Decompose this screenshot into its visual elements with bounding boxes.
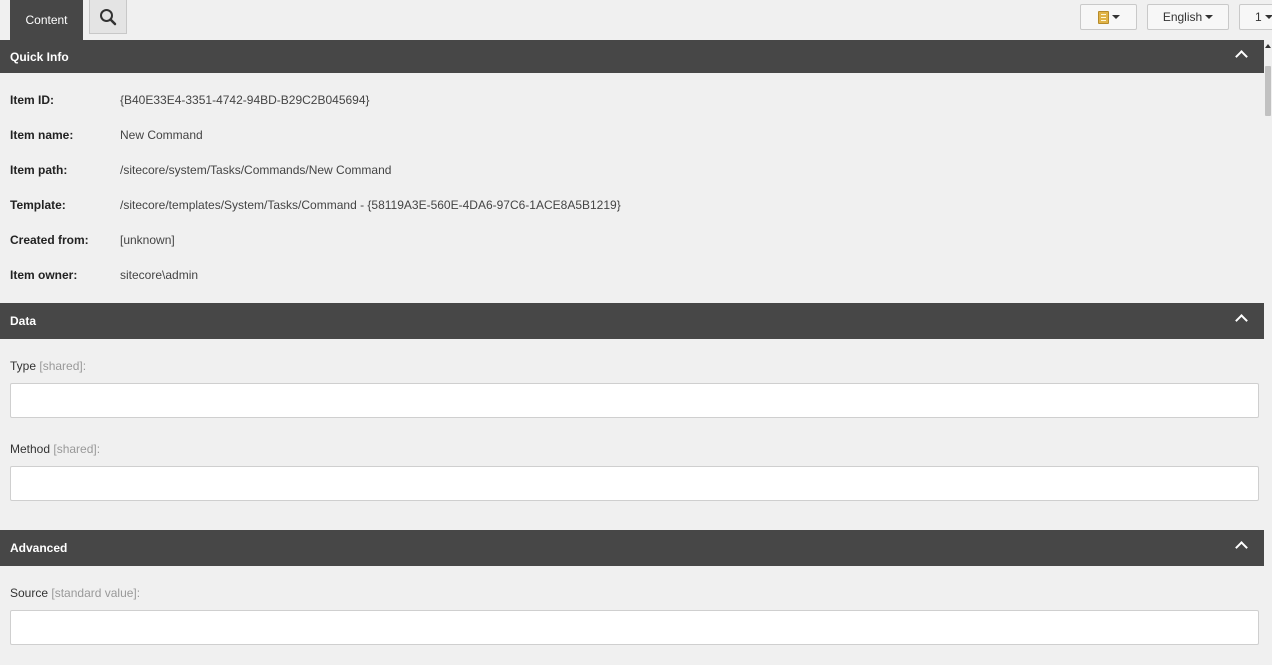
- chevron-up-icon[interactable]: [1235, 314, 1248, 327]
- tab-content-label: Content: [25, 13, 68, 27]
- version-dropdown[interactable]: 1: [1239, 4, 1272, 30]
- info-label: Created from:: [10, 233, 89, 247]
- chevron-up-icon[interactable]: [1235, 541, 1248, 554]
- language-label: English: [1162, 10, 1203, 24]
- search-button[interactable]: [89, 0, 127, 34]
- vertical-scrollbar[interactable]: [1264, 40, 1272, 665]
- version-label: 1: [1255, 10, 1262, 24]
- book-icon: [1097, 10, 1109, 24]
- content-editor: Quick Info Item ID: {B40E33E4-3351-4742-…: [0, 40, 1264, 665]
- database-dropdown[interactable]: [1080, 4, 1137, 30]
- info-label: Item owner:: [10, 268, 78, 282]
- info-value: [unknown]: [120, 233, 175, 247]
- field-label-type: Type [shared]:: [10, 359, 87, 373]
- info-label: Template:: [10, 198, 66, 212]
- section-header-data[interactable]: Data: [0, 303, 1264, 339]
- info-label: Item ID:: [10, 93, 55, 107]
- scrollbar-thumb[interactable]: [1265, 66, 1271, 116]
- tab-content[interactable]: Content: [10, 0, 83, 40]
- info-label: Item name:: [10, 128, 74, 142]
- section-title: Data: [10, 314, 37, 328]
- top-toolbar: Content English 1: [0, 0, 1272, 40]
- field-label-method: Method [shared]:: [10, 442, 101, 456]
- info-value: New Command: [120, 128, 203, 142]
- type-field[interactable]: [10, 383, 1259, 418]
- field-label-source: Source [standard value]:: [10, 586, 141, 600]
- info-row-item-name: Item name: New Command: [10, 127, 1210, 143]
- info-value: {B40E33E4-3351-4742-94BD-B29C2B045694}: [120, 93, 370, 107]
- section-title: Quick Info: [10, 49, 69, 64]
- method-field[interactable]: [10, 466, 1259, 501]
- info-value: /sitecore/system/Tasks/Commands/New Comm…: [120, 163, 392, 177]
- info-row-item-path: Item path: /sitecore/system/Tasks/Comman…: [10, 162, 1210, 178]
- chevron-down-icon: [1111, 15, 1120, 19]
- search-icon: [100, 8, 117, 25]
- section-header-quick-info[interactable]: Quick Info: [0, 40, 1264, 73]
- field-hint: [standard value]: [51, 586, 137, 600]
- field-hint: [shared]: [39, 359, 83, 373]
- section-title: Advanced: [10, 541, 68, 555]
- info-label: Item path:: [10, 163, 68, 177]
- chevron-up-icon[interactable]: [1235, 50, 1248, 63]
- source-field[interactable]: [10, 610, 1259, 645]
- chevron-down-icon: [1264, 15, 1272, 19]
- section-header-advanced[interactable]: Advanced: [0, 530, 1264, 566]
- info-value: /sitecore/templates/System/Tasks/Command…: [120, 198, 621, 212]
- language-dropdown[interactable]: English: [1147, 4, 1229, 30]
- info-row-created-from: Created from: [unknown]: [10, 232, 1210, 248]
- info-row-template: Template: /sitecore/templates/System/Tas…: [10, 197, 1210, 213]
- info-row-item-id: Item ID: {B40E33E4-3351-4742-94BD-B29C2B…: [10, 92, 1210, 108]
- info-value: sitecore\admin: [120, 268, 199, 282]
- chevron-down-icon: [1205, 15, 1214, 19]
- field-hint: [shared]: [53, 442, 97, 456]
- info-row-item-owner: Item owner: sitecore\admin: [10, 267, 1210, 283]
- scroll-up-icon[interactable]: [1265, 44, 1271, 48]
